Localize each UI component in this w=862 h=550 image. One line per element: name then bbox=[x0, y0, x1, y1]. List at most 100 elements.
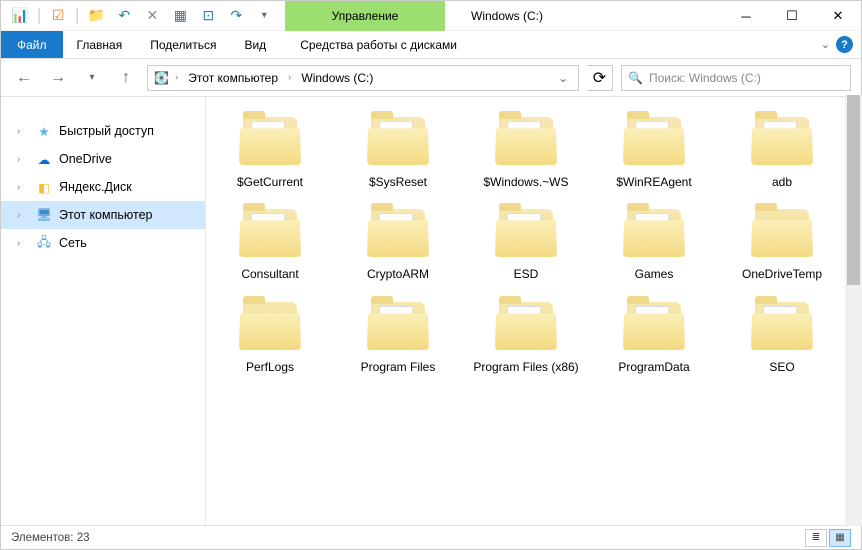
folder-label: Program Files (x86) bbox=[473, 360, 578, 374]
close-button[interactable]: ✕ bbox=[815, 1, 861, 31]
folder-icon bbox=[493, 115, 559, 171]
qat-dropdown-icon[interactable]: ▾ bbox=[253, 5, 275, 27]
folder-games[interactable]: Games bbox=[596, 203, 712, 285]
chevron-right-icon[interactable]: › bbox=[17, 238, 29, 249]
view-details-button[interactable]: ≣ bbox=[805, 529, 827, 547]
star-icon: ★ bbox=[35, 124, 53, 139]
folder-esd[interactable]: ESD bbox=[468, 203, 584, 285]
folder-adb[interactable]: adb bbox=[724, 111, 840, 193]
folder-icon bbox=[621, 300, 687, 356]
folder-icon bbox=[237, 115, 303, 171]
address-bar[interactable]: 💽 › Этот компьютер › Windows (C:) ⌄ bbox=[147, 65, 579, 91]
network-icon: 🖧 bbox=[35, 233, 53, 254]
tree-item-этот-компьютер[interactable]: › 🖥 Этот компьютер bbox=[1, 201, 205, 229]
navigation-pane: › ★ Быстрый доступ› ☁ OneDrive› ◧ Яндекс… bbox=[1, 97, 206, 525]
folder-icon bbox=[621, 207, 687, 263]
chevron-right-icon[interactable]: › bbox=[17, 154, 29, 165]
chevron-right-icon[interactable]: › bbox=[17, 210, 29, 221]
folder-label: $WinREAgent bbox=[616, 175, 691, 189]
folder-program-files[interactable]: Program Files bbox=[340, 296, 456, 378]
tree-item-яндекс.диск[interactable]: › ◧ Яндекс.Диск bbox=[1, 173, 205, 201]
refresh-button[interactable]: ⟳ bbox=[587, 65, 613, 91]
folder-icon bbox=[493, 300, 559, 356]
qat-undo-icon[interactable]: ↶ bbox=[113, 5, 135, 27]
folder--windows-ws[interactable]: $Windows.~WS bbox=[468, 111, 584, 193]
breadcrumb-segment[interactable]: Windows (C:) bbox=[297, 69, 377, 87]
folder-icon bbox=[365, 115, 431, 171]
folder-program-files-x86-[interactable]: Program Files (x86) bbox=[468, 296, 584, 378]
app-icon[interactable]: 📊 bbox=[9, 5, 31, 27]
folder-seo[interactable]: SEO bbox=[724, 296, 840, 378]
forward-button[interactable]: → bbox=[45, 65, 71, 91]
tree-item-сеть[interactable]: › 🖧 Сеть bbox=[1, 229, 205, 257]
folder-perflogs[interactable]: PerfLogs bbox=[212, 296, 328, 378]
folder-cryptoarm[interactable]: CryptoARM bbox=[340, 203, 456, 285]
chevron-right-icon[interactable]: › bbox=[286, 72, 293, 83]
status-items-count: 23 bbox=[77, 532, 90, 544]
folder-label: OneDriveTemp bbox=[742, 267, 822, 281]
view-icons-button[interactable]: ▦ bbox=[829, 529, 851, 547]
folder-label: adb bbox=[772, 175, 792, 189]
recent-dropdown-icon[interactable]: ▾ bbox=[79, 65, 105, 91]
ribbon-tabs: Управление Windows (C:) ─ ☐ ✕ Файл Главн… bbox=[1, 31, 861, 59]
breadcrumb-segment[interactable]: Этот компьютер bbox=[184, 69, 282, 87]
scrollbar-thumb[interactable] bbox=[847, 95, 860, 285]
search-placeholder: Поиск: Windows (C:) bbox=[649, 71, 761, 85]
folder-label: Program Files bbox=[361, 360, 436, 374]
tab-home[interactable]: Главная bbox=[63, 31, 137, 58]
search-input[interactable]: 🔍 Поиск: Windows (C:) bbox=[621, 65, 851, 91]
folder-icon bbox=[365, 300, 431, 356]
up-button[interactable]: ↑ bbox=[113, 65, 139, 91]
folder-programdata[interactable]: ProgramData bbox=[596, 296, 712, 378]
folder-icon bbox=[749, 115, 815, 171]
monitor-icon: 🖥 bbox=[35, 208, 53, 223]
chevron-right-icon[interactable]: › bbox=[17, 182, 29, 193]
navigation-bar: ← → ▾ ↑ 💽 › Этот компьютер › Windows (C:… bbox=[1, 59, 861, 97]
folder-icon bbox=[365, 207, 431, 263]
folder-consultant[interactable]: Consultant bbox=[212, 203, 328, 285]
qat-redo-icon[interactable]: ↷ bbox=[225, 5, 247, 27]
tree-item-label: Яндекс.Диск bbox=[59, 180, 132, 194]
folder-onedrivetemp[interactable]: OneDriveTemp bbox=[724, 203, 840, 285]
tree-item-быстрый-доступ[interactable]: › ★ Быстрый доступ bbox=[1, 117, 205, 145]
maximize-button[interactable]: ☐ bbox=[769, 1, 815, 31]
status-bar: Элементов: 23 ≣ ▦ bbox=[1, 525, 861, 549]
tab-share[interactable]: Поделиться bbox=[136, 31, 230, 58]
search-icon: 🔍 bbox=[628, 71, 643, 85]
folder-label: PerfLogs bbox=[246, 360, 294, 374]
window-controls: ─ ☐ ✕ bbox=[723, 1, 861, 31]
minimize-button[interactable]: ─ bbox=[723, 1, 769, 31]
tree-item-label: Сеть bbox=[59, 236, 87, 250]
qat-delete-icon[interactable]: ✕ bbox=[141, 5, 163, 27]
qat-rename-icon[interactable]: ⊡ bbox=[197, 5, 219, 27]
tree-item-onedrive[interactable]: › ☁ OneDrive bbox=[1, 145, 205, 173]
folder-label: ESD bbox=[514, 267, 539, 281]
folder-icon bbox=[749, 207, 815, 263]
tree-item-label: Этот компьютер bbox=[59, 208, 152, 222]
chevron-right-icon[interactable]: › bbox=[173, 72, 180, 83]
vertical-scrollbar[interactable] bbox=[845, 95, 862, 526]
qat-properties-icon[interactable]: ▦ bbox=[169, 5, 191, 27]
folder--getcurrent[interactable]: $GetCurrent bbox=[212, 111, 328, 193]
folder-label: ProgramData bbox=[618, 360, 689, 374]
cloud-icon: ☁ bbox=[35, 152, 53, 167]
back-button[interactable]: ← bbox=[11, 65, 37, 91]
chevron-right-icon[interactable]: › bbox=[17, 126, 29, 137]
folder-label: CryptoARM bbox=[367, 267, 429, 281]
tab-file[interactable]: Файл bbox=[1, 31, 63, 58]
help-icon[interactable]: ? bbox=[836, 36, 853, 53]
folder-icon bbox=[237, 207, 303, 263]
tab-drive-tools[interactable]: Средства работы с дисками bbox=[286, 31, 471, 58]
qat-newfolder-icon[interactable]: 📁 bbox=[85, 5, 107, 27]
folder--winreagent[interactable]: $WinREAgent bbox=[596, 111, 712, 193]
folder-label: $Windows.~WS bbox=[483, 175, 568, 189]
folder--sysreset[interactable]: $SysReset bbox=[340, 111, 456, 193]
ribbon-expand-icon[interactable]: ⌄ bbox=[821, 38, 830, 51]
tab-view[interactable]: Вид bbox=[230, 31, 280, 58]
tree-item-label: Быстрый доступ bbox=[59, 124, 154, 138]
folder-label: $GetCurrent bbox=[237, 175, 303, 189]
qat-checkbox-icon[interactable]: ☑ bbox=[47, 5, 69, 27]
content-area[interactable]: $GetCurrent $SysReset $Windows.~WS $WinR… bbox=[206, 97, 861, 525]
address-dropdown-icon[interactable]: ⌄ bbox=[554, 71, 572, 85]
folder-label: SEO bbox=[769, 360, 794, 374]
